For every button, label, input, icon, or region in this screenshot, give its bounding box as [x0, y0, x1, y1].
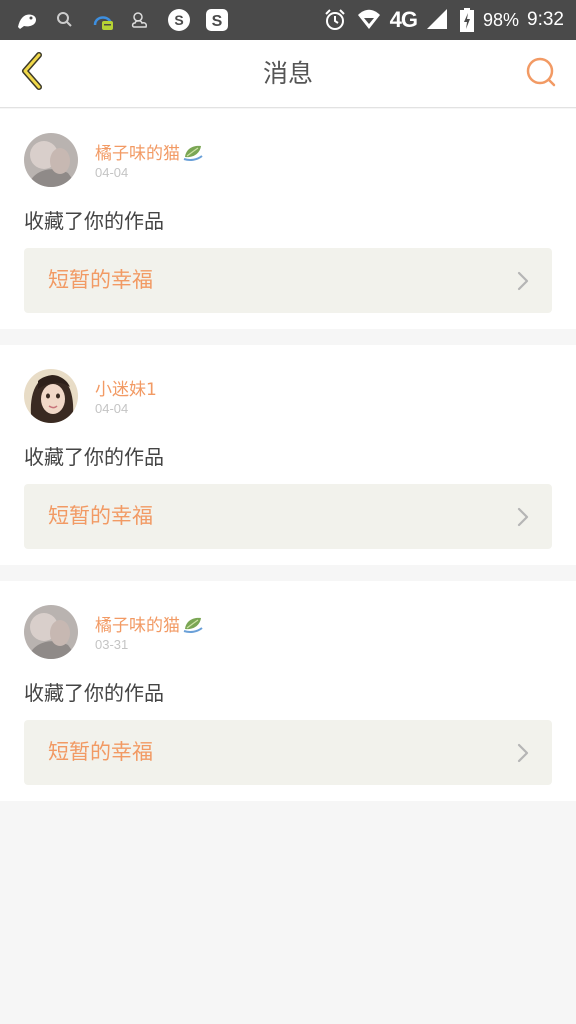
clock: 9:32: [527, 9, 564, 30]
search-icon: [524, 55, 558, 93]
message-date: 04-04: [95, 165, 129, 180]
message-action: 收藏了你的作品: [24, 681, 164, 705]
battery-icon: [459, 7, 475, 33]
message-card: 橘子味的猫 03-31 收藏了你的作品 短暂的幸福: [0, 581, 576, 801]
work-title: 短暂的幸福: [48, 504, 153, 528]
search-button[interactable]: [520, 53, 562, 95]
chevron-right-icon: [516, 506, 530, 528]
search-icon: [52, 7, 78, 33]
message-action: 收藏了你的作品: [24, 445, 164, 469]
sogou-icon: S: [166, 7, 192, 33]
message-date: 04-04: [95, 401, 129, 416]
signal-icon: [425, 7, 451, 33]
network-type: 4G: [389, 7, 418, 32]
leaf-badge-icon: [182, 614, 204, 634]
work-link[interactable]: 短暂的幸福: [24, 720, 552, 785]
bird-icon: [14, 7, 40, 33]
svg-text:S: S: [212, 13, 223, 30]
message-card: 橘子味的猫 04-04 收藏了你的作品 短暂的幸福: [0, 109, 576, 329]
weather-icon: [128, 7, 154, 33]
alarm-icon: [322, 7, 348, 33]
avatar[interactable]: [24, 369, 78, 423]
username[interactable]: 橘子味的猫: [95, 139, 204, 164]
status-bar: S S 4G 98% 9:32: [0, 0, 576, 40]
message-action: 收藏了你的作品: [24, 209, 164, 233]
chevron-right-icon: [516, 270, 530, 292]
leaf-badge-icon: [182, 142, 204, 162]
message-card: 小迷妹1 04-04 收藏了你的作品 短暂的幸福: [0, 345, 576, 565]
status-bar-system: 4G 98% 9:32: [322, 6, 564, 34]
sohu-icon: S: [204, 7, 230, 33]
work-link[interactable]: 短暂的幸福: [24, 248, 552, 313]
chevron-right-icon: [516, 742, 530, 764]
username-text: 小迷妹1: [95, 380, 157, 400]
username-text: 橘子味的猫: [95, 616, 180, 636]
work-link[interactable]: 短暂的幸福: [24, 484, 552, 549]
work-title: 短暂的幸福: [48, 268, 153, 292]
work-title: 短暂的幸福: [48, 740, 153, 764]
username[interactable]: 橘子味的猫: [95, 611, 204, 636]
page-title: 消息: [262, 59, 313, 88]
username[interactable]: 小迷妹1: [95, 375, 157, 400]
username-text: 橘子味的猫: [95, 144, 180, 164]
status-bar-notifications: S S: [14, 6, 230, 34]
svg-text:S: S: [174, 12, 183, 28]
message-date: 03-31: [95, 637, 129, 652]
avatar[interactable]: [24, 133, 78, 187]
avatar[interactable]: [24, 605, 78, 659]
battery-level: 98%: [482, 9, 520, 30]
app-header: 消息: [0, 40, 576, 108]
notification-app-icon: [90, 7, 116, 33]
wifi-icon: [356, 7, 382, 33]
